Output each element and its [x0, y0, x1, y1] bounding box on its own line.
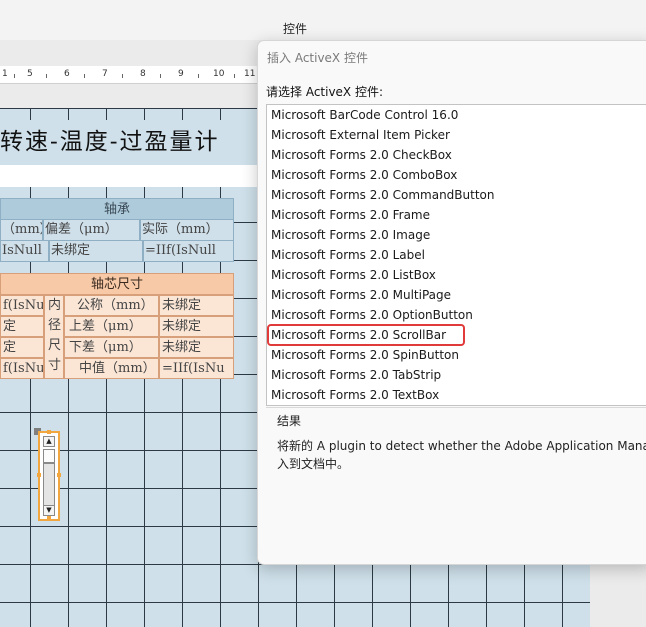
- resize-handle-icon[interactable]: [47, 516, 51, 520]
- core-value-cell[interactable]: =IIf(IsNu: [159, 358, 234, 379]
- ruler-mark: 5: [27, 69, 33, 79]
- list-item[interactable]: Microsoft Forms 2.0 CheckBox: [267, 145, 646, 165]
- core-vertical-char: 径: [48, 318, 62, 333]
- bearing-cell[interactable]: IsNull: [0, 241, 49, 262]
- core-size-table: 轴芯尺寸 f(IsNu 定 定 f(IsNu 内 径 尺 寸 公称（mm） 上差…: [0, 273, 234, 379]
- report-title[interactable]: 转速-温度-过盈量计: [0, 122, 220, 156]
- list-item[interactable]: Microsoft Forms 2.0 ListBox: [267, 265, 646, 285]
- result-line: 将新的 A plugin to detect whether the Adobe…: [277, 439, 646, 453]
- core-left-cell[interactable]: f(IsNu: [0, 295, 44, 316]
- dialog-prompt: 请选择 ActiveX 控件:: [266, 85, 384, 99]
- bearing-table: 轴承 （mm） 偏差（μm） 实际（mm） IsNull 未绑定 =IIf(Is…: [0, 198, 234, 262]
- list-item[interactable]: Microsoft BarCode Control 16.0: [267, 105, 646, 125]
- horizontal-ruler: 1 5 6 7 8 9 10 11: [0, 66, 258, 84]
- section-divider: [0, 165, 258, 187]
- result-description: 将新的 A plugin to detect whether the Adobe…: [277, 437, 646, 473]
- activex-control-list[interactable]: Microsoft BarCode Control 16.0 Microsoft…: [266, 104, 646, 406]
- resize-handle-icon[interactable]: [37, 473, 41, 477]
- bearing-cell[interactable]: 偏差（μm）: [43, 220, 140, 241]
- list-item[interactable]: Microsoft Forms 2.0 MultiPage: [267, 285, 646, 305]
- core-label-cell[interactable]: 公称（mm）: [64, 295, 159, 316]
- core-label-cell[interactable]: 下差（μm）: [64, 337, 159, 358]
- app-title-bar: 控件: [0, 0, 646, 40]
- list-item[interactable]: Microsoft Forms 2.0 SpinButton: [267, 345, 646, 365]
- list-item-selected[interactable]: Microsoft Forms 2.0 ScrollBar: [267, 324, 465, 346]
- scroll-thumb[interactable]: [43, 449, 55, 463]
- ruler-mark: 1: [2, 69, 8, 79]
- bearing-cell[interactable]: 未绑定: [49, 241, 143, 262]
- resize-handle-icon[interactable]: [47, 430, 51, 434]
- result-group: 结果 将新的 A plugin to detect whether the Ad…: [266, 407, 646, 487]
- list-item[interactable]: Microsoft Forms 2.0 ComboBox: [267, 165, 646, 185]
- core-left-cell[interactable]: 定: [0, 316, 44, 337]
- ruler-mark: 8: [140, 69, 146, 79]
- core-vertical-char: 内: [48, 298, 62, 313]
- bearing-header[interactable]: 轴承: [0, 198, 234, 220]
- core-left-cell[interactable]: f(IsNu: [0, 358, 44, 379]
- app-title: 控件: [283, 22, 308, 36]
- core-label-cell[interactable]: 上差（μm）: [64, 316, 159, 337]
- core-value-cell[interactable]: 未绑定: [159, 316, 234, 337]
- ruler-mark: 6: [64, 69, 70, 79]
- core-value-cell[interactable]: 未绑定: [159, 337, 234, 358]
- list-item[interactable]: Microsoft Forms 2.0 Image: [267, 225, 646, 245]
- dialog-title: 插入 ActiveX 控件: [267, 51, 368, 65]
- scroll-down-icon[interactable]: ▼: [43, 505, 55, 516]
- bearing-cell[interactable]: （mm）: [0, 220, 43, 241]
- ruler-mark: 11: [244, 69, 256, 79]
- ruler-mark: 7: [102, 69, 108, 79]
- core-vertical-char: 尺: [48, 338, 62, 353]
- bearing-cell[interactable]: =IIf(IsNull: [143, 241, 234, 262]
- list-item[interactable]: Microsoft Forms 2.0 TabStrip: [267, 365, 646, 385]
- core-vertical-char: 寸: [48, 358, 62, 373]
- list-item[interactable]: Microsoft External Item Picker: [267, 125, 646, 145]
- core-header[interactable]: 轴芯尺寸: [0, 273, 234, 295]
- ruler-mark: 9: [178, 69, 184, 79]
- resize-handle-icon[interactable]: [57, 473, 61, 477]
- list-item[interactable]: Microsoft Forms 2.0 Frame: [267, 205, 646, 225]
- core-vertical-label[interactable]: 内 径 尺 寸: [44, 295, 64, 379]
- core-value-cell[interactable]: 未绑定: [159, 295, 234, 316]
- core-left-cell[interactable]: 定: [0, 337, 44, 358]
- list-item[interactable]: Microsoft Forms 2.0 CommandButton: [267, 185, 646, 205]
- list-item[interactable]: Microsoft Forms 2.0 Label: [267, 245, 646, 265]
- scroll-up-icon[interactable]: ▲: [43, 436, 55, 447]
- list-item[interactable]: Microsoft Forms 2.0 TextBox: [267, 385, 646, 405]
- insert-activex-dialog: 插入 ActiveX 控件 请选择 ActiveX 控件: Microsoft …: [257, 40, 646, 565]
- core-label-cell[interactable]: 中值（mm）: [64, 358, 159, 379]
- scrollbar-control[interactable]: ▲ ▼: [37, 430, 61, 521]
- result-label: 结果: [275, 412, 304, 429]
- bearing-cell[interactable]: 实际（mm）: [140, 220, 234, 241]
- ruler-mark: 10: [213, 69, 225, 79]
- result-line: 入到文档中。: [277, 457, 350, 471]
- list-item[interactable]: Microsoft Forms 2.0 OptionButton: [267, 305, 646, 325]
- scroll-track[interactable]: [43, 463, 55, 508]
